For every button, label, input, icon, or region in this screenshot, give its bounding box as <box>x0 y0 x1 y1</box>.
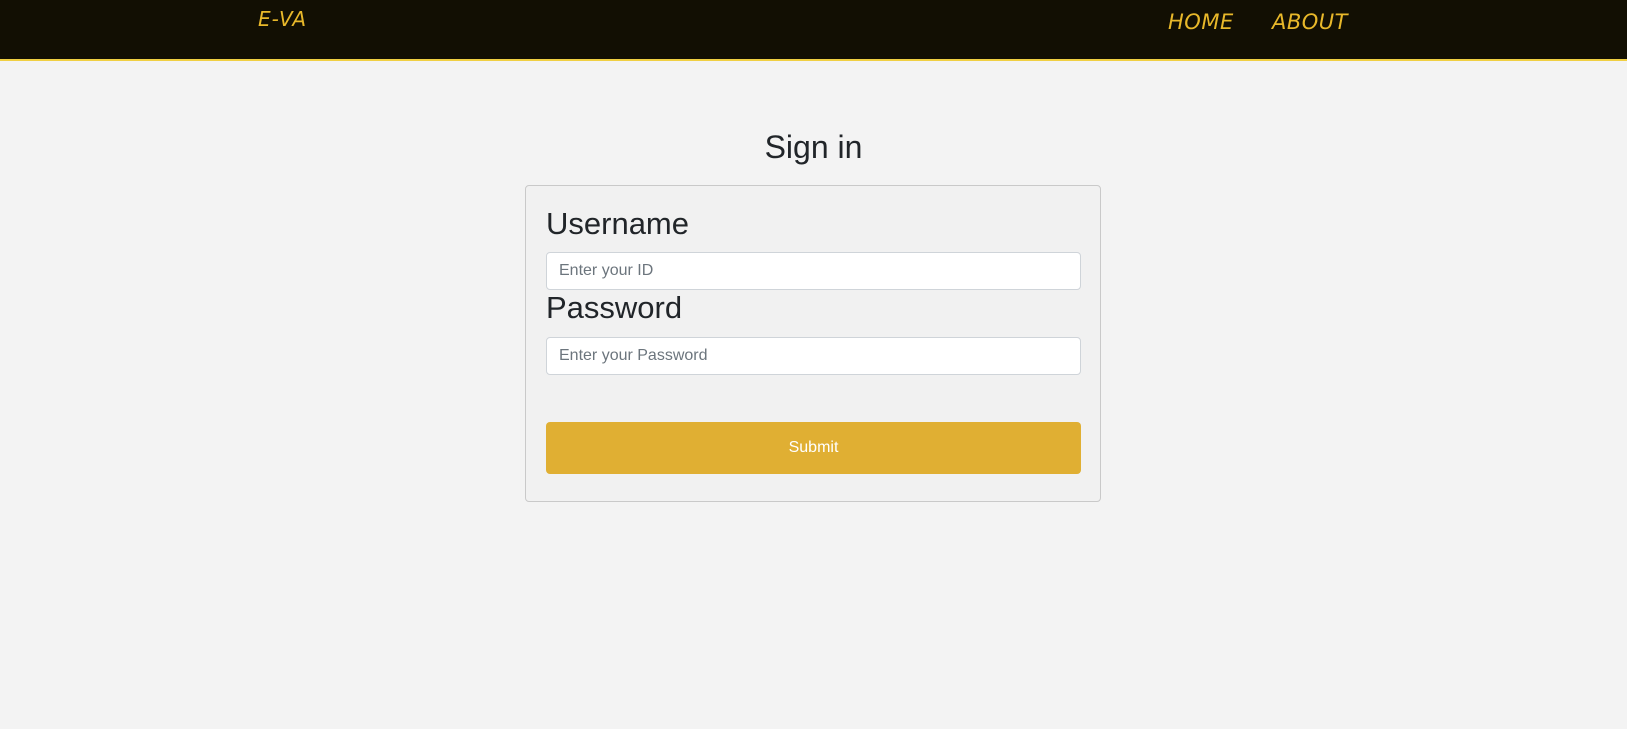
top-navbar: E-VA HOME ABOUT <box>0 0 1627 61</box>
brand-logo[interactable]: E-VA <box>258 7 307 31</box>
password-input[interactable] <box>546 337 1081 375</box>
username-label: Username <box>546 206 689 241</box>
sign-in-form: Username Password Submit <box>525 185 1101 502</box>
page-title: Sign in <box>764 129 863 165</box>
nav-link-about[interactable]: ABOUT <box>1272 10 1348 34</box>
password-label: Password <box>546 290 683 325</box>
submit-button[interactable]: Submit <box>546 422 1081 474</box>
username-input[interactable] <box>546 252 1081 290</box>
nav-link-home[interactable]: HOME <box>1168 10 1234 34</box>
